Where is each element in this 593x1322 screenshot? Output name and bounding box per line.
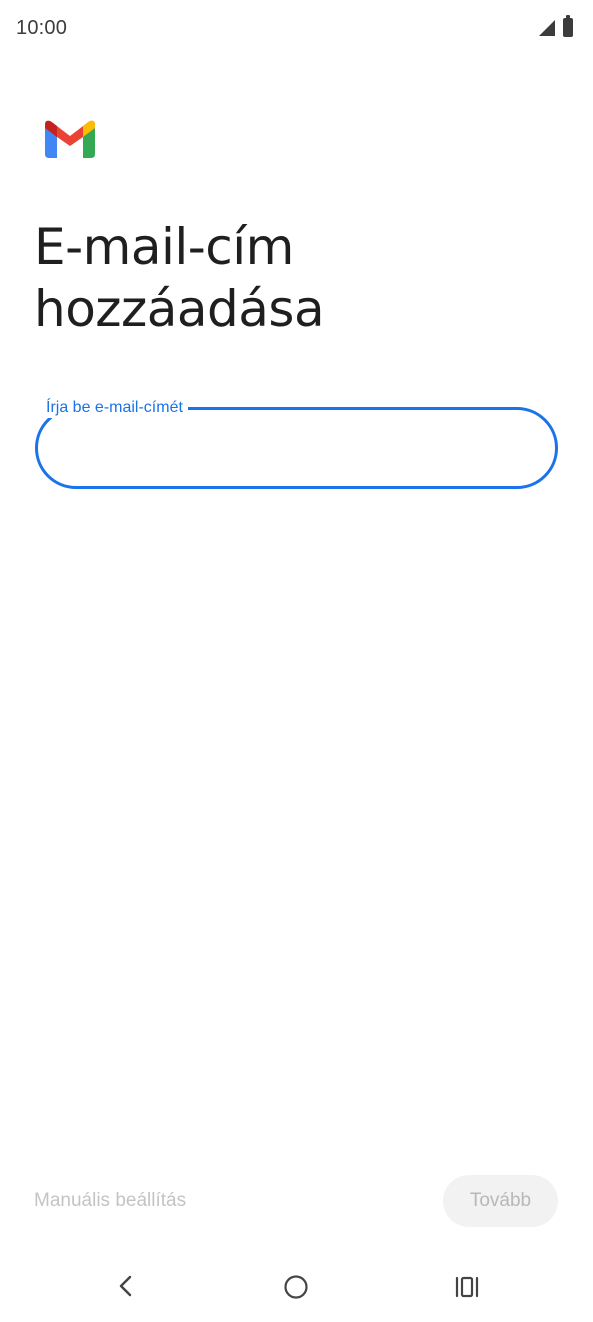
status-icons (539, 15, 573, 37)
email-field[interactable] (35, 407, 558, 489)
status-bar: 10:00 (0, 0, 593, 58)
gmail-logo (45, 120, 95, 158)
manual-setup-button[interactable]: Manuális beállítás (34, 1190, 186, 1212)
email-field-label: Írja be e-mail-címét (41, 398, 188, 418)
recents-icon[interactable] (454, 1274, 480, 1300)
page-title: E-mail-cím hozzáadása (34, 216, 554, 340)
signal-icon (539, 19, 555, 36)
home-icon[interactable] (283, 1274, 309, 1300)
battery-icon (563, 15, 573, 37)
email-input[interactable] (60, 428, 534, 470)
navigation-bar (0, 1250, 593, 1322)
status-time: 10:00 (16, 17, 68, 39)
page-title-line2: hozzáadása (34, 280, 325, 338)
page-title-line1: E-mail-cím (34, 218, 294, 276)
back-icon[interactable] (110, 1268, 140, 1304)
next-button[interactable]: Tovább (443, 1175, 558, 1227)
